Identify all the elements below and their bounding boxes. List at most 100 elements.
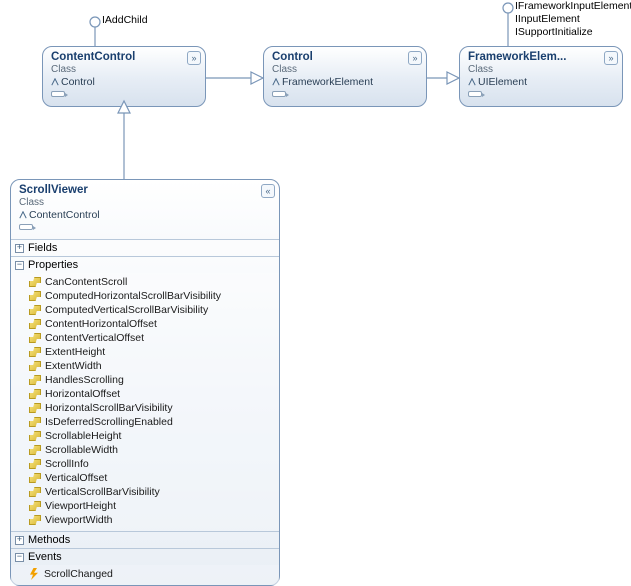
property-label: HorizontalScrollBarVisibility <box>45 402 173 414</box>
class-base: Control <box>51 76 199 88</box>
expand-toggle[interactable]: » <box>408 51 422 65</box>
property-item[interactable]: ViewportHeight <box>11 499 279 513</box>
property-label: ComputedHorizontalScrollBarVisibility <box>45 290 221 302</box>
property-icon <box>29 305 41 315</box>
property-label: ComputedVerticalScrollBarVisibility <box>45 304 208 316</box>
link-icon <box>272 91 286 97</box>
property-label: ScrollableWidth <box>45 444 118 456</box>
section-properties: − Properties CanContentScroll ComputedHor… <box>11 256 279 531</box>
property-item[interactable]: IsDeferredScrollingEnabled <box>11 415 279 429</box>
property-item[interactable]: VerticalScrollBarVisibility <box>11 485 279 499</box>
section-methods: + Methods <box>11 531 279 548</box>
interface-label-framework-input: IFrameworkInputElement <box>515 0 631 13</box>
section-header-properties[interactable]: − Properties <box>11 257 279 273</box>
section-label: Properties <box>28 259 78 271</box>
property-label: ScrollableHeight <box>45 430 121 442</box>
interface-label-input-element: IInputElement <box>515 13 580 26</box>
class-kind: Class <box>19 197 273 208</box>
class-kind: Class <box>272 64 420 75</box>
property-label: ScrollInfo <box>45 458 89 470</box>
property-item[interactable]: CanContentScroll <box>11 275 279 289</box>
property-label: VerticalScrollBarVisibility <box>45 486 160 498</box>
section-header-methods[interactable]: + Methods <box>11 532 279 548</box>
property-item[interactable]: HorizontalScrollBarVisibility <box>11 401 279 415</box>
property-item[interactable]: ComputedHorizontalScrollBarVisibility <box>11 289 279 303</box>
property-icon <box>29 459 41 469</box>
class-box-frameworkelement[interactable]: FrameworkElem... Class UIElement » <box>459 46 623 107</box>
property-icon <box>29 333 41 343</box>
property-icon <box>29 375 41 385</box>
inheritance-arrow-control-to-fe <box>427 70 459 86</box>
property-item[interactable]: ContentVerticalOffset <box>11 331 279 345</box>
expand-icon: + <box>15 244 24 253</box>
property-icon <box>29 473 41 483</box>
section-header-fields[interactable]: + Fields <box>11 240 279 256</box>
property-label: ExtentHeight <box>45 346 105 358</box>
class-title: Control <box>272 51 420 63</box>
property-icon <box>29 431 41 441</box>
section-label: Events <box>28 551 62 563</box>
property-item[interactable]: ComputedVerticalScrollBarVisibility <box>11 303 279 317</box>
property-item[interactable]: HandlesScrolling <box>11 373 279 387</box>
property-item[interactable]: ScrollableWidth <box>11 443 279 457</box>
property-label: ContentVerticalOffset <box>45 332 144 344</box>
link-icon <box>19 224 33 230</box>
class-box-scrollviewer[interactable]: ScrollViewer Class ContentControl « + Fi… <box>10 179 280 586</box>
expand-toggle[interactable]: » <box>187 51 201 65</box>
class-base: FrameworkElement <box>272 76 420 88</box>
property-label: ContentHorizontalOffset <box>45 318 157 330</box>
property-item[interactable]: ExtentHeight <box>11 345 279 359</box>
expand-icon: + <box>15 536 24 545</box>
property-icon <box>29 487 41 497</box>
property-icon <box>29 319 41 329</box>
property-icon <box>29 277 41 287</box>
class-base: UIElement <box>468 76 616 88</box>
section-events: − Events ScrollChanged <box>11 548 279 585</box>
link-icon <box>468 91 482 97</box>
section-label: Methods <box>28 534 70 546</box>
class-kind: Class <box>468 64 616 75</box>
collapse-icon: − <box>15 553 24 562</box>
property-item[interactable]: ScrollInfo <box>11 457 279 471</box>
property-label: ExtentWidth <box>45 360 102 372</box>
collapse-icon: − <box>15 261 24 270</box>
property-label: CanContentScroll <box>45 276 127 288</box>
class-title: ScrollViewer <box>19 184 273 196</box>
class-box-contentcontrol[interactable]: ContentControl Class Control » <box>42 46 206 107</box>
property-item[interactable]: VerticalOffset <box>11 471 279 485</box>
property-icon <box>29 403 41 413</box>
property-label: HandlesScrolling <box>45 374 124 386</box>
property-icon <box>29 291 41 301</box>
property-label: VerticalOffset <box>45 472 107 484</box>
property-icon <box>29 347 41 357</box>
section-label: Fields <box>28 242 57 254</box>
interface-label-iaddchild: IAddChild <box>102 14 148 27</box>
property-icon <box>29 515 41 525</box>
property-item[interactable]: ContentHorizontalOffset <box>11 317 279 331</box>
property-item[interactable]: ExtentWidth <box>11 359 279 373</box>
property-icon <box>29 501 41 511</box>
event-label: ScrollChanged <box>44 568 113 580</box>
inheritance-arrow-cc-to-control <box>206 70 263 86</box>
class-title: FrameworkElem... <box>468 51 616 63</box>
property-icon <box>29 445 41 455</box>
section-header-events[interactable]: − Events <box>11 549 279 565</box>
property-icon <box>29 417 41 427</box>
event-item[interactable]: ScrollChanged <box>11 567 279 581</box>
class-base: ContentControl <box>19 209 273 221</box>
property-item[interactable]: ScrollableHeight <box>11 429 279 443</box>
property-label: ViewportHeight <box>45 500 116 512</box>
property-label: ViewportWidth <box>45 514 113 526</box>
interface-label-support-initialize: ISupportInitialize <box>515 26 593 39</box>
expand-toggle[interactable]: » <box>604 51 618 65</box>
section-fields: + Fields <box>11 239 279 256</box>
property-icon <box>29 389 41 399</box>
property-item[interactable]: HorizontalOffset <box>11 387 279 401</box>
collapse-toggle[interactable]: « <box>261 184 275 198</box>
inheritance-arrow-sv-to-cc <box>114 101 134 179</box>
property-item[interactable]: ViewportWidth <box>11 513 279 527</box>
class-box-control[interactable]: Control Class FrameworkElement » <box>263 46 427 107</box>
property-label: IsDeferredScrollingEnabled <box>45 416 173 428</box>
property-label: HorizontalOffset <box>45 388 120 400</box>
property-icon <box>29 361 41 371</box>
